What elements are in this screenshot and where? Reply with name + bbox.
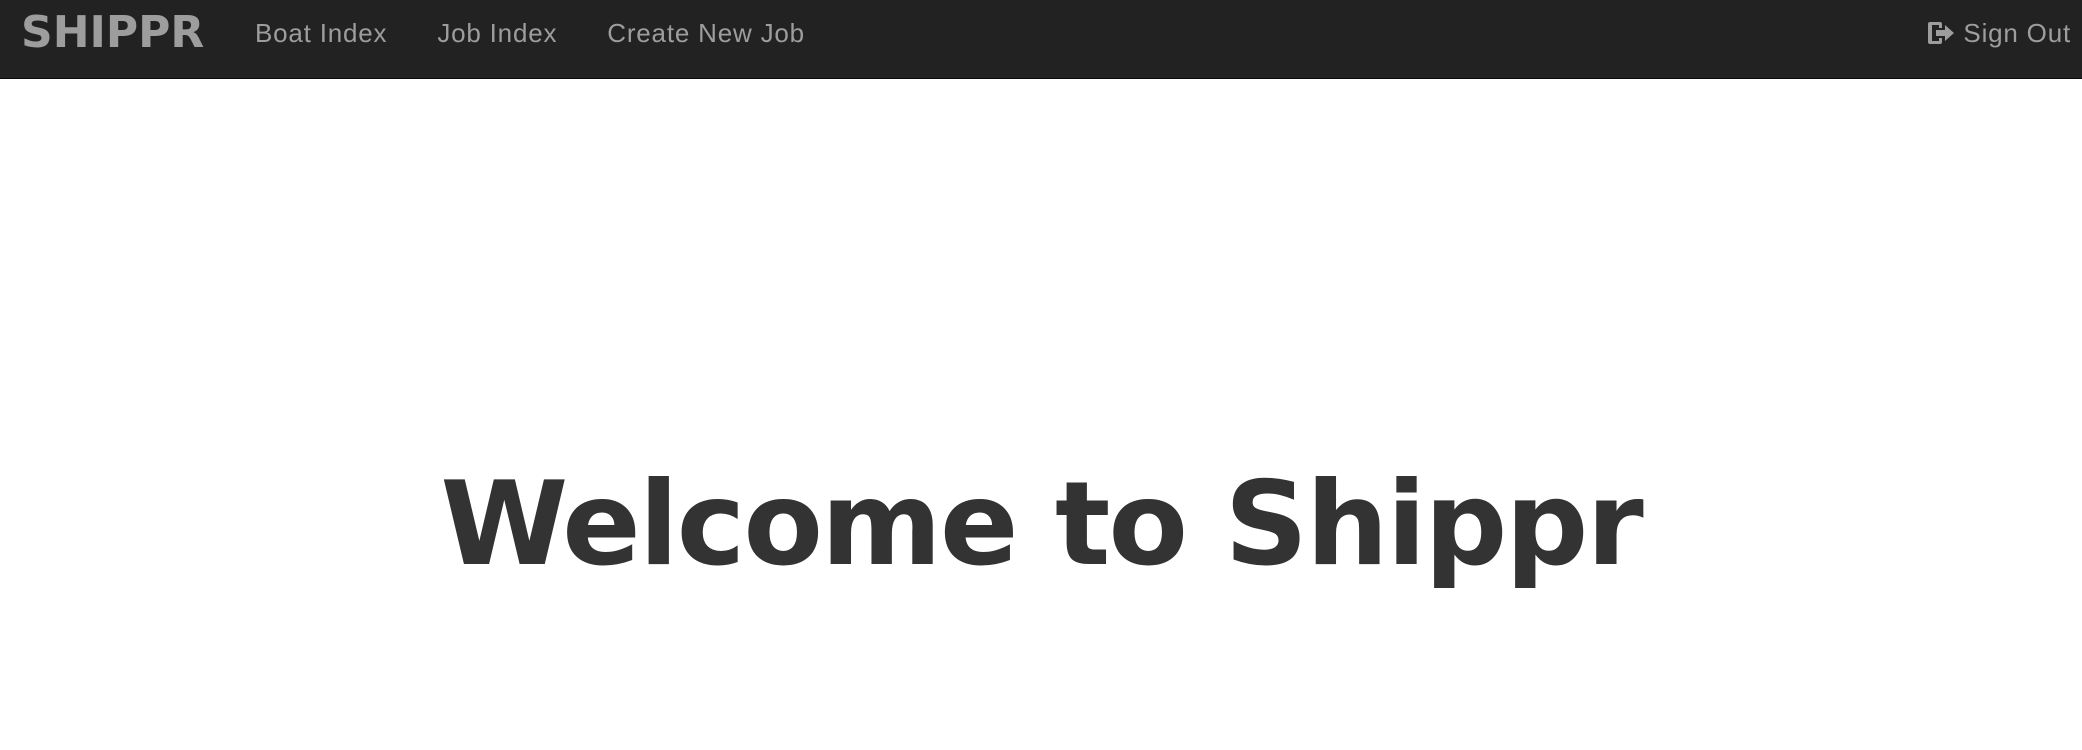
top-navbar: SHIPPR Boat Index Job Index Create New J… [0,0,2082,79]
brand-logo-link[interactable]: SHIPPR [21,7,204,59]
nav-links: Boat Index Job Index Create New Job [230,0,830,66]
nav-link-create-new-job[interactable]: Create New Job [607,18,805,49]
nav-link-job-index[interactable]: Job Index [437,18,557,49]
page-title: Welcome to Shippr [440,457,1643,592]
sign-out-label: Sign Out [1963,17,2071,48]
nav-link-boat-index[interactable]: Boat Index [255,18,387,49]
welcome-hero: Welcome to Shippr [0,460,2082,590]
sign-out-icon [1927,20,1955,46]
sign-out-button[interactable]: Sign Out [1927,0,2071,66]
